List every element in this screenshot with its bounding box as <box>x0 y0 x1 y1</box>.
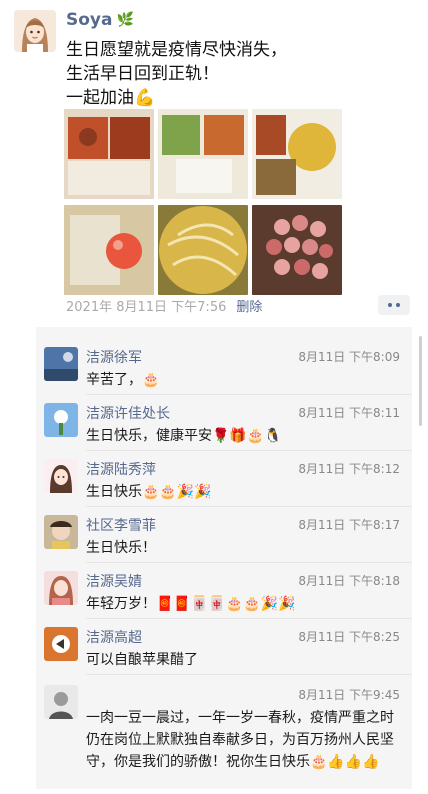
photo-grid <box>64 109 344 295</box>
commenter-avatar[interactable] <box>44 627 78 661</box>
post-time: 2021年 8月11日 下午7:56 <box>66 300 227 315</box>
commenter-name[interactable]: 洁源徐军 <box>86 347 142 367</box>
post-text-line: 生日愿望就是疫情尽快消失， <box>66 40 287 60</box>
comments-panel: 洁源徐军 8月11日 下午8:09 辛苦了，🎂 洁源许佳处长 8月11日 下午8… <box>36 327 412 789</box>
food-photo-2[interactable] <box>158 109 248 199</box>
comment-text: 生日快乐，健康平安🌹🎁🎂🐧 <box>86 428 282 444</box>
post-meta: 2021年 8月11日 下午7:56 删除 <box>66 296 262 315</box>
commenter-name[interactable]: 洁源吴婧 <box>86 571 142 591</box>
comment-time: 8月11日 下午8:25 <box>298 630 400 644</box>
food-photo-4[interactable] <box>64 205 154 295</box>
more-actions-button[interactable] <box>378 295 410 315</box>
scrollbar[interactable] <box>419 336 422 426</box>
commenter-name[interactable]: 洁源许佳处长 <box>86 403 170 423</box>
comment-text: 生日快乐！ <box>86 540 156 556</box>
commenter-avatar[interactable] <box>44 685 78 719</box>
post-text: 生日愿望就是疫情尽快消失， 生活早日回到正轨！ 一起加油💪 <box>66 38 406 110</box>
comment-time: 8月11日 下午8:18 <box>298 574 400 588</box>
commenter-name[interactable]: 社区李雪菲 <box>86 515 156 535</box>
leaf-icon: 🌿 <box>116 12 134 28</box>
comment-time: 8月11日 下午8:12 <box>298 462 400 476</box>
comment-text: 年轻万岁！🧧🧧🀄🀄🎂🎂🎉🎉 <box>86 596 296 612</box>
post-text-line: 生活早日回到正轨！ <box>66 64 219 84</box>
comment-time: 8月11日 下午8:09 <box>298 350 400 364</box>
food-photo-3[interactable] <box>252 109 342 199</box>
commenter-avatar[interactable] <box>44 515 78 549</box>
post-text-line: 一起加油💪 <box>66 88 156 108</box>
comment-text: 可以自酿苹果醋了 <box>86 652 198 668</box>
commenter-name[interactable]: 洁源高超 <box>86 627 142 647</box>
food-photo-1[interactable] <box>64 109 154 199</box>
author-name[interactable]: Soya <box>66 10 112 30</box>
author-name-row: Soya 🌿 <box>66 10 134 30</box>
delete-link[interactable]: 删除 <box>236 296 262 315</box>
soup-photo[interactable] <box>158 205 248 295</box>
comment-time: 8月11日 下午9:45 <box>298 688 400 702</box>
comment-text: 生日快乐🎂🎂🎉🎉 <box>86 484 212 500</box>
comment-time: 8月11日 下午8:11 <box>298 406 400 420</box>
comment-time: 8月11日 下午8:17 <box>298 518 400 532</box>
comment-text: 一肉一豆一晨过，一年一岁一春秋，疫情严重之时仍在岗位上默默独自奉献多日，为百万扬… <box>86 710 394 770</box>
commenter-avatar[interactable] <box>44 459 78 493</box>
apples-photo[interactable] <box>252 205 342 295</box>
commenter-avatar[interactable] <box>44 403 78 437</box>
comment-text: 辛苦了，🎂 <box>86 372 160 388</box>
author-avatar[interactable] <box>14 10 56 52</box>
commenter-avatar[interactable] <box>44 571 78 605</box>
commenter-name[interactable]: 洁源陆秀萍 <box>86 459 156 479</box>
commenter-avatar[interactable] <box>44 347 78 381</box>
